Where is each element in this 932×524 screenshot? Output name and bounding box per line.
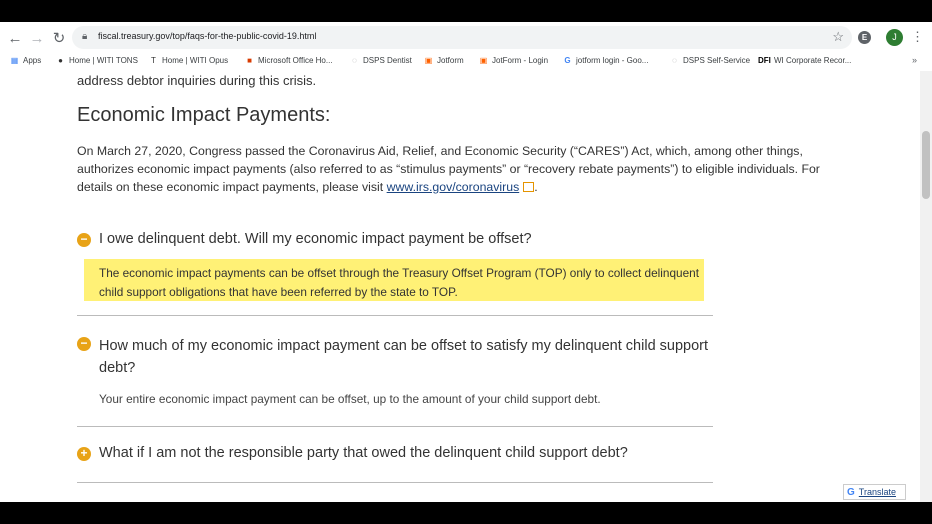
letterbox-bottom xyxy=(0,502,932,524)
bookmark-label: Apps xyxy=(23,56,42,65)
bookmark-label: DSPS Dentist xyxy=(363,56,412,65)
google-icon: G xyxy=(564,56,571,65)
forward-arrow-icon[interactable]: → xyxy=(26,27,48,49)
collapse-icon[interactable]: − xyxy=(77,233,91,247)
faq-divider xyxy=(77,315,713,316)
lock-icon: 🔒︎ xyxy=(82,31,88,42)
loading-icon: ◌ xyxy=(352,56,357,65)
back-arrow-icon[interactable]: ← xyxy=(4,27,26,49)
bookmark-witi-tons[interactable]: ● Home | WITI TONS xyxy=(56,56,138,65)
bookmark-witi-opus[interactable]: T Home | WITI Opus xyxy=(149,56,228,65)
bookmark-apps[interactable]: ▦ Apps xyxy=(10,56,42,65)
browser-menu-icon[interactable]: ⋮ xyxy=(911,29,924,45)
page-content: address debtor inquiries during this cri… xyxy=(0,71,920,502)
bookmarks-overflow-icon[interactable]: » xyxy=(912,55,917,65)
bookmark-label: Home | WITI TONS xyxy=(69,56,138,65)
dfi-icon: DFI xyxy=(758,56,771,65)
faq-divider xyxy=(77,426,713,427)
translate-label: Translate xyxy=(858,487,896,497)
bookmark-label: WI Corporate Recor... xyxy=(774,56,852,65)
bookmark-label: JotForm - Login xyxy=(492,56,549,65)
expand-icon[interactable]: + xyxy=(77,447,91,461)
bookmark-dsps-self-service[interactable]: ◌ DSPS Self-Service xyxy=(670,56,750,65)
bookmark-google[interactable]: G jotform login - Goo... xyxy=(563,56,648,65)
bookmark-dsps-dentist[interactable]: ◌ DSPS Dentist xyxy=(350,56,412,65)
apps-icon: ▦ xyxy=(10,56,19,65)
office-icon: ■ xyxy=(247,56,252,65)
browser-window: ← → ↻ 🔒︎ fiscal.treasury.gov/top/faqs-fo… xyxy=(0,22,932,502)
bookmark-label: jotform login - Goo... xyxy=(576,56,649,65)
irs-coronavirus-link[interactable]: www.irs.gov/coronavirus xyxy=(387,180,520,194)
faq-question-text: What if I am not the responsible party t… xyxy=(99,445,628,461)
collapse-icon[interactable]: − xyxy=(77,337,91,351)
bookmark-label: Microsoft Office Ho... xyxy=(258,56,333,65)
jotform-icon: ▣ xyxy=(424,56,433,65)
faq-divider xyxy=(77,482,713,483)
faq-question-3[interactable]: + What if I am not the responsible party… xyxy=(77,445,628,461)
vertical-scrollbar[interactable] xyxy=(920,71,932,502)
faq-answer-2: Your entire economic impact payment can … xyxy=(99,392,601,406)
profile-avatar[interactable]: J xyxy=(886,29,903,46)
bookmark-label: Jotform xyxy=(437,56,464,65)
intro-paragraph: On March 27, 2020, Congress passed the C… xyxy=(77,142,857,196)
jotform-icon: ▣ xyxy=(479,56,488,65)
translate-button[interactable]: G Translate xyxy=(843,484,906,500)
bookmark-wi-corporate[interactable]: DFI WI Corporate Recor... xyxy=(758,56,851,65)
bookmark-office[interactable]: ■ Microsoft Office Ho... xyxy=(245,56,333,65)
address-bar[interactable]: 🔒︎ fiscal.treasury.gov/top/faqs-for-the-… xyxy=(72,26,852,49)
bookmark-label: Home | WITI Opus xyxy=(162,56,229,65)
letterbox-top xyxy=(0,0,932,22)
scrollbar-thumb[interactable] xyxy=(922,131,930,199)
faq-question-1[interactable]: − I owe delinquent debt. Will my economi… xyxy=(77,231,532,247)
globe-icon: ● xyxy=(58,56,63,65)
bookmark-jotform[interactable]: ▣ Jotform xyxy=(424,56,464,65)
loading-icon: ◌ xyxy=(672,56,677,65)
clipped-paragraph: address debtor inquiries during this cri… xyxy=(77,73,317,88)
t-icon: T xyxy=(151,56,156,65)
intro-end: . xyxy=(534,180,538,194)
faq-answer-1: The economic impact payments can be offs… xyxy=(99,266,699,299)
bookmark-jotform-login[interactable]: ▣ JotForm - Login xyxy=(479,56,548,65)
extension-icon[interactable]: E xyxy=(858,31,871,44)
faq-question-text: I owe delinquent debt. Will my economic … xyxy=(99,231,532,247)
browser-toolbar: ← → ↻ 🔒︎ fiscal.treasury.gov/top/faqs-fo… xyxy=(0,22,932,53)
external-link-icon xyxy=(523,182,535,192)
bookmark-star-icon[interactable]: ☆ xyxy=(832,29,844,45)
bookmarks-bar: ▦ Apps ● Home | WITI TONS T Home | WITI … xyxy=(0,53,932,71)
google-translate-icon: G xyxy=(847,486,855,498)
bookmark-label: DSPS Self-Service xyxy=(683,56,751,65)
section-title: Economic Impact Payments: xyxy=(77,104,331,126)
faq-question-text: How much of my economic impact payment c… xyxy=(99,338,709,376)
url-text[interactable]: fiscal.treasury.gov/top/faqs-for-the-pub… xyxy=(98,31,316,41)
faq-question-2[interactable]: − How much of my economic impact payment… xyxy=(77,335,717,379)
reload-icon[interactable]: ↻ xyxy=(48,27,70,49)
